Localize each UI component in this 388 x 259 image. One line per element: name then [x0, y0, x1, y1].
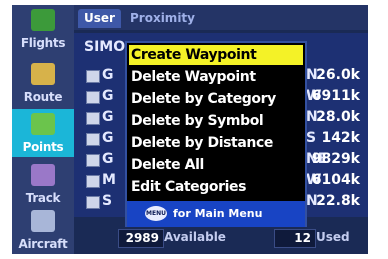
route-map-icon [31, 63, 55, 85]
sidebar-item-route[interactable]: Route [12, 59, 74, 107]
sidebar: Flights Route Points Track Aircraft [12, 5, 74, 254]
waypoint-name: S [102, 193, 113, 209]
waypoint-distance: 142k [321, 130, 360, 146]
waypoint-flag-icon [86, 175, 100, 188]
menu-key-icon: MENU [145, 206, 167, 221]
menu-item-delete-all[interactable]: Delete All [129, 155, 303, 175]
menu-item-create-waypoint[interactable]: Create Waypoint [129, 45, 303, 65]
waypoint-flag-icon [86, 70, 100, 83]
available-label: Available [164, 230, 226, 244]
menu-item-delete-by-symbol[interactable]: Delete by Symbol [129, 111, 303, 131]
waypoint-name: G [102, 67, 114, 83]
gps-screen: Flights Route Points Track Aircraft User… [12, 5, 368, 254]
sidebar-item-points[interactable]: Points [12, 109, 74, 157]
waypoint-distance: 22.8k [316, 193, 360, 209]
waypoint-flag-icon [86, 196, 100, 209]
used-label: Used [316, 230, 350, 244]
options-menu: Create Waypoint Delete Waypoint Delete b… [125, 41, 307, 227]
menu-hint-text: for Main Menu [173, 207, 263, 220]
track-map-icon [31, 164, 55, 186]
aircraft-icon [31, 210, 55, 232]
menu-item-edit-categories[interactable]: Edit Categories [129, 177, 303, 197]
waypoint-name: G [102, 109, 114, 125]
waypoint-distance: 6104k [311, 172, 360, 188]
sidebar-item-label: Track [25, 191, 61, 205]
menu-item-delete-by-category[interactable]: Delete by Category [129, 89, 303, 109]
waypoint-distance: 28.0k [316, 109, 360, 125]
waypoint-distance: 6911k [311, 88, 360, 104]
tab-user[interactable]: User [78, 9, 121, 28]
waypoint-name: G [102, 151, 114, 167]
available-count: 2989 [118, 229, 164, 248]
menu-item-delete-waypoint[interactable]: Delete Waypoint [129, 67, 303, 87]
waypoint-flag-icon [86, 133, 100, 146]
tab-proximity[interactable]: Proximity [124, 9, 201, 28]
waypoint-name: G [102, 88, 114, 104]
waypoint-name: M [102, 172, 116, 188]
sidebar-item-track[interactable]: Track [12, 160, 74, 208]
sidebar-item-label: Route [23, 90, 63, 104]
sidebar-item-aircraft[interactable]: Aircraft [12, 206, 74, 254]
sidebar-item-flights[interactable]: Flights [12, 5, 74, 53]
sidebar-item-label: Aircraft [18, 237, 68, 251]
sidebar-item-label: Flights [20, 36, 66, 50]
sidebar-item-label: Points [22, 140, 64, 154]
list-header: SIMO [84, 39, 126, 55]
menu-hint-bar: MENU for Main Menu [125, 201, 307, 227]
waypoint-flag-icon [31, 113, 55, 135]
waypoint-flag-icon [86, 91, 100, 104]
waypoint-distance: 26.0k [316, 67, 360, 83]
waypoint-name: G [102, 130, 114, 146]
waypoint-flag-icon [86, 154, 100, 167]
waypoint-flag-icon [86, 112, 100, 125]
tab-bar: User Proximity [74, 5, 368, 30]
used-count: 12 [274, 229, 316, 248]
map-flag-icon [31, 9, 55, 31]
waypoint-direction: S [306, 130, 317, 146]
waypoint-distance: 9829k [311, 151, 360, 167]
menu-item-delete-by-distance[interactable]: Delete by Distance [129, 133, 303, 153]
